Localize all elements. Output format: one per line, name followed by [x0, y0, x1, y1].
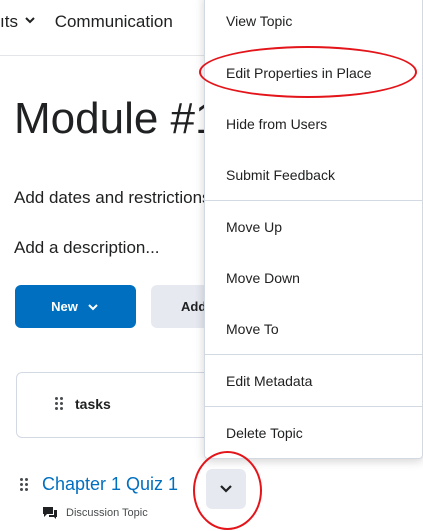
topic-menu-button[interactable]: [206, 469, 246, 509]
section-label: tasks: [75, 396, 111, 412]
menu-item-hide-from-users[interactable]: Hide from Users: [205, 98, 422, 150]
add-dates-link[interactable]: Add dates and restrictions...: [14, 188, 225, 208]
new-button[interactable]: New: [15, 285, 136, 328]
context-menu: View Topic Edit Properties in Place Hide…: [204, 0, 423, 459]
topic-type: Discussion Topic: [42, 506, 148, 520]
add-button-label: Add: [181, 299, 207, 314]
menu-item-edit-properties[interactable]: Edit Properties in Place: [205, 47, 422, 99]
menu-item-submit-feedback[interactable]: Submit Feedback: [205, 149, 422, 201]
drag-handle-icon[interactable]: [20, 478, 28, 491]
menu-item-delete-topic[interactable]: Delete Topic: [205, 407, 422, 459]
nav-item-communication[interactable]: Communication: [55, 12, 173, 32]
chevron-down-icon: [88, 303, 98, 310]
add-description-link[interactable]: Add a description...: [14, 238, 160, 258]
module-title: Module #1: [14, 94, 220, 143]
menu-item-move-up[interactable]: Move Up: [205, 201, 422, 253]
chevron-down-icon: [220, 485, 232, 493]
chevron-down-icon: [24, 17, 35, 24]
menu-item-view-topic[interactable]: View Topic: [205, 0, 422, 47]
nav-item-label: ıts: [0, 12, 18, 31]
menu-item-edit-metadata[interactable]: Edit Metadata: [205, 355, 422, 407]
new-button-label: New: [51, 299, 78, 314]
discussion-icon: [43, 507, 57, 519]
top-navigation: ıts Communication: [0, 12, 173, 32]
nav-item-content[interactable]: ıts: [0, 12, 37, 32]
topic-title-link[interactable]: Chapter 1 Quiz 1: [42, 474, 178, 495]
menu-item-move-down[interactable]: Move Down: [205, 252, 422, 304]
menu-item-move-to[interactable]: Move To: [205, 303, 422, 355]
topic-type-label: Discussion Topic: [66, 507, 148, 519]
drag-handle-icon[interactable]: [55, 397, 63, 410]
